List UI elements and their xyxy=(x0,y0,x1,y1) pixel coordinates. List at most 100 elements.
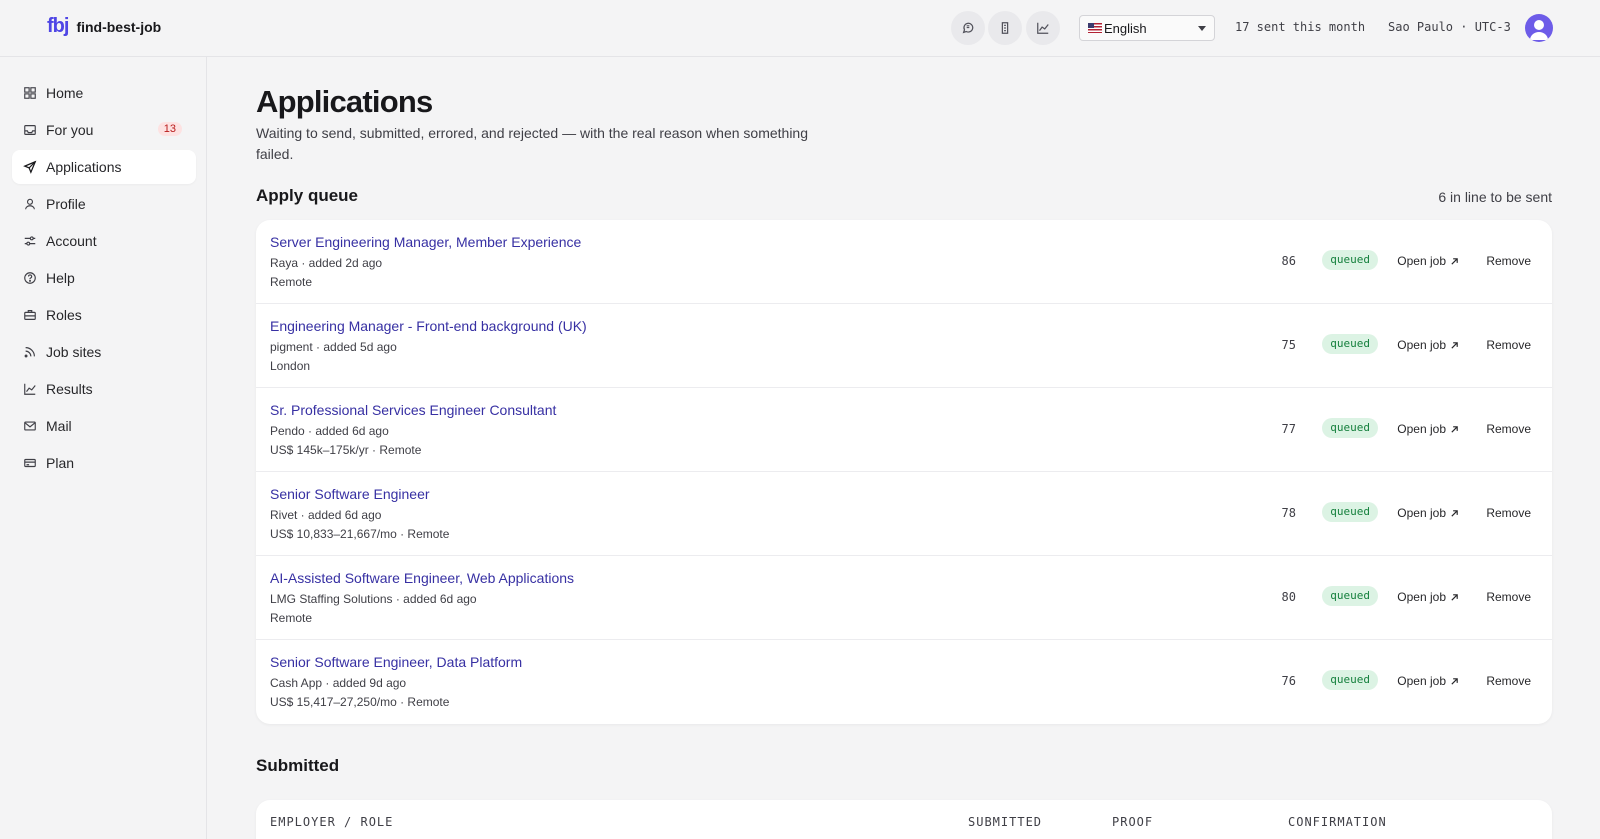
external-link-icon xyxy=(1451,509,1458,517)
job-location: Remote xyxy=(270,275,313,289)
sidebar-item-label: Home xyxy=(46,85,84,101)
sidebar-item-plan[interactable]: Plan xyxy=(12,446,196,480)
column-header-employer[interactable]: EMPLOYER / ROLE xyxy=(270,815,393,829)
sidebar-item-help[interactable]: Help xyxy=(12,261,196,295)
job-location: US$ 10,833–21,667/mo · Remote xyxy=(270,527,450,541)
sidebar-item-home[interactable]: Home xyxy=(12,76,196,110)
job-location: US$ 15,417–27,250/mo · Remote xyxy=(270,695,450,709)
help-icon xyxy=(24,272,36,284)
timezone-label: Sao Paulo · UTC-3 xyxy=(1388,20,1511,34)
chart-icon[interactable] xyxy=(1026,11,1060,45)
status-badge: queued xyxy=(1322,502,1378,522)
job-location: London xyxy=(270,359,311,373)
job-location: US$ 145k–175k/yr · Remote xyxy=(270,443,422,457)
status-badge: queued xyxy=(1322,334,1378,354)
sidebar-item-results[interactable]: Results xyxy=(12,372,196,406)
sent-this-month: 17 sent this month xyxy=(1235,20,1366,34)
external-link-icon xyxy=(1451,677,1458,685)
job-location: Remote xyxy=(270,611,313,625)
page-subtitle: Waiting to send, submitted, errored, and… xyxy=(256,125,808,162)
queue-count: 6 in line to be sent xyxy=(1438,189,1552,205)
job-employer: pigment · added 5d ago xyxy=(270,340,397,354)
document-icon[interactable] xyxy=(988,11,1022,45)
apply-queue-list: Server Engineering Manager, Member Exper… xyxy=(256,220,1552,724)
sidebar-item-label: Help xyxy=(46,270,75,286)
sidebar-item-label: Applications xyxy=(46,159,122,175)
avatar[interactable] xyxy=(1525,14,1553,42)
list-item: Senior Software Engineer, Data Platform … xyxy=(256,640,1552,724)
job-title-link[interactable]: Server Engineering Manager, Member Exper… xyxy=(270,234,581,250)
sliders-icon xyxy=(24,236,36,246)
list-item: Sr. Professional Services Engineer Consu… xyxy=(256,388,1552,472)
sidebar-item-job-sites[interactable]: Job sites xyxy=(12,335,196,369)
status-badge: queued xyxy=(1322,250,1378,270)
open-job-label: Open job xyxy=(1397,590,1446,604)
chevron-down-icon xyxy=(1198,26,1206,31)
user-icon xyxy=(25,198,35,210)
column-header-submitted[interactable]: SUBMITTED xyxy=(968,815,1042,829)
job-employer: Pendo · added 6d ago xyxy=(270,424,389,438)
language-select[interactable]: English xyxy=(1079,15,1215,41)
open-job-button[interactable]: Open job xyxy=(1397,254,1459,268)
open-job-label: Open job xyxy=(1397,674,1446,688)
sidebar-item-label: Mail xyxy=(46,418,72,434)
app-name: find-best-job xyxy=(76,18,162,35)
sidebar-item-for-you[interactable]: For you 13 xyxy=(12,113,196,147)
open-job-button[interactable]: Open job xyxy=(1397,590,1459,604)
sidebar-item-label: Plan xyxy=(46,455,75,471)
sidebar-item-label: Results xyxy=(46,381,93,397)
status-badge: queued xyxy=(1322,418,1378,438)
sidebar-item-profile[interactable]: Profile xyxy=(12,187,196,221)
sidebar-item-label: Account xyxy=(46,233,97,249)
open-job-button[interactable]: Open job xyxy=(1397,422,1459,436)
open-job-button[interactable]: Open job xyxy=(1397,506,1459,520)
sidebar-item-roles[interactable]: Roles xyxy=(12,298,196,332)
job-title-link[interactable]: AI-Assisted Software Engineer, Web Appli… xyxy=(270,570,574,586)
sidebar-item-account[interactable]: Account xyxy=(12,224,196,258)
job-title-link[interactable]: Senior Software Engineer xyxy=(270,486,430,502)
column-header-confirmation[interactable]: CONFIRMATION xyxy=(1288,815,1387,829)
chat-icon[interactable] xyxy=(951,11,985,45)
language-value: English xyxy=(1104,20,1147,36)
card-icon xyxy=(24,458,36,468)
status-badge: queued xyxy=(1322,586,1378,606)
apply-queue-title: Apply queue xyxy=(256,186,359,205)
list-item: AI-Assisted Software Engineer, Web Appli… xyxy=(256,556,1552,640)
remove-button[interactable]: Remove xyxy=(1486,422,1531,436)
open-job-button[interactable]: Open job xyxy=(1397,674,1459,688)
mail-icon xyxy=(24,421,36,431)
inbox-icon xyxy=(24,125,36,135)
external-link-icon xyxy=(1451,593,1458,601)
open-job-label: Open job xyxy=(1397,254,1446,268)
sidebar-item-label: Job sites xyxy=(46,344,102,360)
remove-button[interactable]: Remove xyxy=(1486,506,1531,520)
open-job-label: Open job xyxy=(1397,506,1446,520)
sidebar-item-label: Profile xyxy=(46,196,86,212)
submitted-title: Submitted xyxy=(256,756,340,775)
remove-button[interactable]: Remove xyxy=(1486,674,1531,688)
brand[interactable]: fbj find-best-job xyxy=(47,15,161,38)
sidebar-item-applications[interactable]: Applications xyxy=(12,150,196,184)
sidebar: Home For you 13 Applications Profile Acc… xyxy=(0,57,207,839)
remove-button[interactable]: Remove xyxy=(1486,590,1531,604)
list-item: Server Engineering Manager, Member Exper… xyxy=(256,220,1552,304)
match-score: 78 xyxy=(1281,506,1296,520)
column-header-proof[interactable]: PROOF xyxy=(1112,815,1153,829)
job-title-link[interactable]: Senior Software Engineer, Data Platform xyxy=(270,654,522,670)
sidebar-item-label: For you xyxy=(46,122,94,138)
job-employer: LMG Staffing Solutions · added 6d ago xyxy=(270,592,477,606)
brand-logo: fbj xyxy=(47,15,69,37)
match-score: 76 xyxy=(1281,674,1296,688)
status-badge: queued xyxy=(1322,670,1378,690)
line-chart-icon xyxy=(24,383,36,395)
sidebar-item-mail[interactable]: Mail xyxy=(12,409,196,443)
external-link-icon xyxy=(1451,341,1458,349)
job-title-link[interactable]: Engineering Manager - Front-end backgrou… xyxy=(270,318,587,334)
top-header: fbj find-best-job English 17 sent this m… xyxy=(0,0,1600,57)
open-job-label: Open job xyxy=(1397,338,1446,352)
open-job-button[interactable]: Open job xyxy=(1397,338,1459,352)
remove-button[interactable]: Remove xyxy=(1486,338,1531,352)
count-badge: 13 xyxy=(157,122,182,136)
remove-button[interactable]: Remove xyxy=(1486,254,1531,268)
job-title-link[interactable]: Sr. Professional Services Engineer Consu… xyxy=(270,402,556,418)
